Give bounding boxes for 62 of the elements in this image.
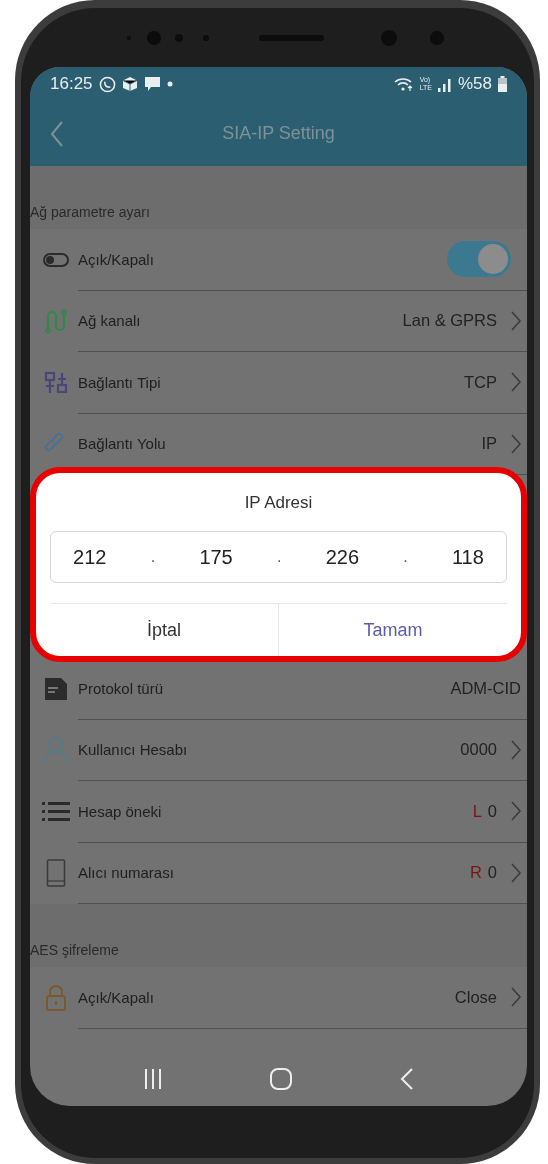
document-icon bbox=[43, 676, 68, 701]
ip-octet[interactable]: 118 bbox=[451, 545, 484, 569]
chevron-icon[interactable] bbox=[511, 739, 521, 760]
row-label[interactable]: Bağlantı Yolu bbox=[78, 435, 482, 453]
message-icon bbox=[143, 76, 161, 92]
row-label[interactable]: Açık/Kapalı bbox=[78, 988, 455, 1006]
chat-bubble-icon bbox=[98, 75, 116, 93]
row-value: 0 bbox=[487, 801, 497, 821]
row-value: TCP bbox=[464, 372, 497, 392]
signal-icon bbox=[437, 76, 452, 92]
dot-icon bbox=[166, 81, 173, 87]
value-prefix: R bbox=[469, 863, 482, 883]
chevron-icon[interactable] bbox=[511, 433, 521, 454]
chevron-icon[interactable] bbox=[511, 862, 521, 883]
row-value: Close bbox=[454, 987, 497, 1007]
network-nodes-icon bbox=[43, 370, 68, 395]
ip-octet[interactable]: 175 bbox=[199, 545, 233, 569]
user-icon bbox=[42, 736, 69, 765]
octet-separator: . bbox=[403, 548, 408, 566]
row-value: 0 bbox=[487, 863, 497, 883]
row-value: Lan & GPRS bbox=[402, 311, 497, 331]
octet-separator: . bbox=[276, 548, 282, 566]
ip-octet[interactable]: 226 bbox=[325, 545, 359, 569]
package-icon bbox=[121, 76, 138, 92]
back-nav-icon[interactable] bbox=[399, 1067, 414, 1090]
chevron-icon[interactable] bbox=[511, 310, 521, 331]
row-label[interactable]: Kullanıcı Hesabı bbox=[78, 741, 461, 759]
chevron-icon[interactable] bbox=[511, 987, 521, 1008]
value-prefix: L bbox=[472, 801, 482, 821]
battery-percent: %58 bbox=[457, 74, 492, 94]
battery-icon bbox=[498, 76, 507, 92]
phone-icon bbox=[45, 859, 66, 888]
home-icon[interactable] bbox=[269, 1066, 294, 1091]
status-time: 16:25 bbox=[50, 74, 93, 94]
cancel-button[interactable]: İptal bbox=[50, 604, 278, 656]
chevron-icon[interactable] bbox=[511, 801, 521, 822]
toggle-switch[interactable] bbox=[447, 241, 511, 278]
row-value: ADM-CID bbox=[450, 678, 521, 698]
ip-address-field[interactable]: 212 . 175 . 226 . 118 bbox=[50, 531, 507, 583]
lock-icon bbox=[44, 984, 67, 1011]
route-icon bbox=[43, 308, 68, 335]
chevron-icon[interactable] bbox=[511, 372, 521, 393]
toggle-icon bbox=[42, 252, 69, 267]
screen-title: SIA-IP Setting bbox=[222, 123, 335, 143]
list-icon bbox=[41, 800, 70, 823]
section-header: AES şifreleme bbox=[30, 942, 119, 958]
row-label[interactable]: Protokol türü bbox=[78, 679, 451, 697]
confirm-button[interactable]: Tamam bbox=[278, 604, 507, 656]
row-label[interactable]: Hesap öneki bbox=[78, 802, 473, 820]
section-header: Ağ parametre ayarı bbox=[30, 204, 150, 220]
recent-apps-icon[interactable] bbox=[143, 1067, 164, 1090]
row-label[interactable]: Alıcı numarası bbox=[78, 864, 470, 882]
row-value: IP bbox=[481, 434, 497, 454]
row-label[interactable]: Ağ kanalı bbox=[78, 312, 403, 330]
row-label[interactable]: Bağlantı Tipi bbox=[78, 373, 464, 391]
wifi-icon bbox=[393, 76, 414, 92]
ip-octet[interactable]: 212 bbox=[73, 545, 107, 569]
row-value: 0000 bbox=[460, 740, 497, 760]
dialog-title: IP Adresi bbox=[244, 493, 313, 513]
back-icon[interactable] bbox=[50, 119, 64, 148]
row-label[interactable]: Açık/Kapalı bbox=[78, 250, 447, 268]
octet-separator: . bbox=[150, 548, 156, 566]
